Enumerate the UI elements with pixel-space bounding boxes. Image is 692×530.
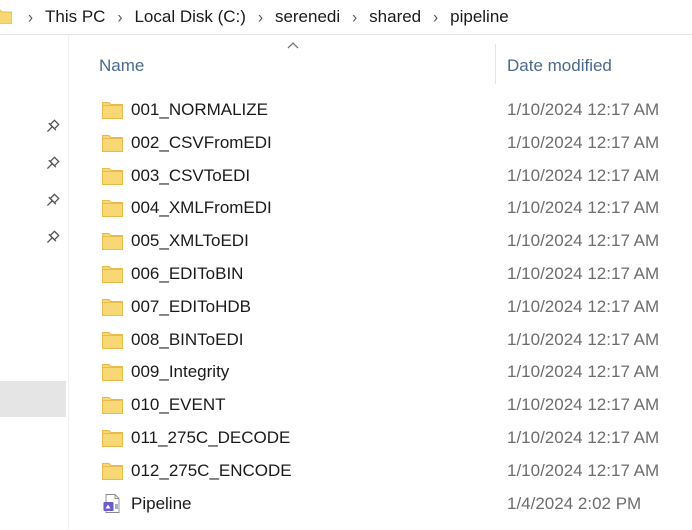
breadcrumb-this-pc[interactable]: This PC (45, 7, 105, 27)
chevron-right-icon[interactable]: › (117, 8, 122, 27)
file-explorer-window: › This PC › Local Disk (C:) › serenedi ›… (0, 0, 692, 530)
list-item[interactable]: 001_NORMALIZE 1/10/2024 12:17 AM (96, 94, 692, 127)
file-name: 002_CSVFromEDI (131, 132, 272, 152)
breadcrumb-serenedi[interactable]: serenedi (275, 7, 340, 27)
list-item[interactable]: 007_EDIToHDB 1/10/2024 12:17 AM (96, 291, 692, 324)
list-item[interactable]: 012_275C_ENCODE 1/10/2024 12:17 AM (96, 455, 692, 488)
pin-icon[interactable] (44, 230, 60, 246)
folder-icon (102, 167, 123, 185)
list-item[interactable]: 006_EDIToBIN 1/10/2024 12:17 AM (96, 258, 692, 291)
folder-icon (102, 430, 123, 447)
folder-icon (102, 331, 123, 349)
list-item[interactable]: Pipeline 1/4/2024 2:02 PM (96, 488, 692, 521)
list-item[interactable]: 002_CSVFromEDI 1/10/2024 12:17 AM (96, 127, 692, 160)
column-header-date-modified[interactable]: Date modified (507, 54, 612, 78)
folder-icon (102, 134, 123, 152)
pane-divider[interactable] (68, 35, 69, 530)
folder-icon (102, 298, 123, 316)
date-modified: 1/10/2024 12:17 AM (507, 231, 660, 251)
nav-selected-item[interactable] (0, 381, 66, 417)
sort-ascending-icon (287, 42, 299, 49)
folder-icon (102, 266, 123, 283)
file-name: Pipeline (131, 493, 192, 513)
file-name: 012_275C_ENCODE (131, 460, 292, 480)
file-name: 004_XMLFromEDI (131, 198, 272, 218)
chevron-right-icon[interactable]: › (28, 8, 33, 27)
navigation-pane (0, 35, 66, 530)
folder-icon (102, 233, 123, 251)
folder-icon (102, 364, 123, 382)
list-item[interactable]: 004_XMLFromEDI 1/10/2024 12:17 AM (96, 192, 692, 225)
date-modified: 1/10/2024 12:17 AM (507, 460, 660, 480)
list-item[interactable]: 008_BINToEDI 1/10/2024 12:17 AM (96, 324, 692, 357)
folder-icon (102, 397, 123, 415)
file-name: 005_XMLToEDI (131, 231, 249, 251)
date-modified: 1/10/2024 12:17 AM (507, 395, 660, 415)
date-modified: 1/10/2024 12:17 AM (507, 427, 660, 447)
list-item[interactable]: 011_275C_DECODE 1/10/2024 12:17 AM (96, 422, 692, 455)
pin-icon[interactable] (44, 156, 60, 172)
list-item[interactable]: 009_Integrity 1/10/2024 12:17 AM (96, 356, 692, 389)
breadcrumb-local-disk[interactable]: Local Disk (C:) (134, 7, 245, 27)
breadcrumb: › This PC › Local Disk (C:) › serenedi ›… (28, 0, 509, 34)
breadcrumb-pipeline[interactable]: pipeline (450, 7, 509, 27)
pin-icon[interactable] (44, 193, 60, 209)
file-name: 010_EVENT (131, 395, 226, 415)
list-item[interactable]: 003_CSVToEDI 1/10/2024 12:17 AM (96, 160, 692, 193)
file-list: 001_NORMALIZE 1/10/2024 12:17 AM 002_CSVF… (96, 94, 692, 520)
file-name: 011_275C_DECODE (131, 427, 291, 447)
list-item[interactable]: 005_XMLToEDI 1/10/2024 12:17 AM (96, 225, 692, 258)
file-name: 001_NORMALIZE (131, 100, 268, 119)
solution-file-icon (103, 493, 120, 513)
folder-icon (102, 462, 123, 480)
date-modified: 1/10/2024 12:17 AM (507, 132, 660, 152)
folder-icon (102, 200, 123, 218)
folder-icon (0, 9, 12, 24)
date-modified: 1/10/2024 12:17 AM (507, 165, 660, 185)
date-modified: 1/10/2024 12:17 AM (507, 100, 660, 119)
date-modified: 1/4/2024 2:02 PM (507, 493, 642, 513)
file-name: 007_EDIToHDB (131, 296, 252, 316)
address-bar[interactable]: › This PC › Local Disk (C:) › serenedi ›… (0, 0, 692, 35)
file-name: 003_CSVToEDI (131, 165, 251, 185)
column-header-name[interactable]: Name (99, 54, 144, 78)
file-name: 006_EDIToBIN (131, 263, 244, 283)
chevron-right-icon[interactable]: › (433, 8, 438, 27)
file-name: 008_BINToEDI (131, 329, 244, 349)
file-name: 009_Integrity (131, 362, 230, 382)
date-modified: 1/10/2024 12:17 AM (507, 329, 660, 349)
date-modified: 1/10/2024 12:17 AM (507, 263, 660, 283)
date-modified: 1/10/2024 12:17 AM (507, 296, 660, 316)
column-divider[interactable] (495, 44, 496, 84)
chevron-right-icon[interactable]: › (352, 8, 357, 27)
date-modified: 1/10/2024 12:17 AM (507, 198, 660, 218)
list-item[interactable]: 010_EVENT 1/10/2024 12:17 AM (96, 389, 692, 422)
folder-icon (102, 102, 123, 119)
date-modified: 1/10/2024 12:17 AM (507, 362, 660, 382)
chevron-right-icon[interactable]: › (258, 8, 263, 27)
breadcrumb-shared[interactable]: shared (369, 7, 421, 27)
pin-icon[interactable] (44, 119, 60, 135)
